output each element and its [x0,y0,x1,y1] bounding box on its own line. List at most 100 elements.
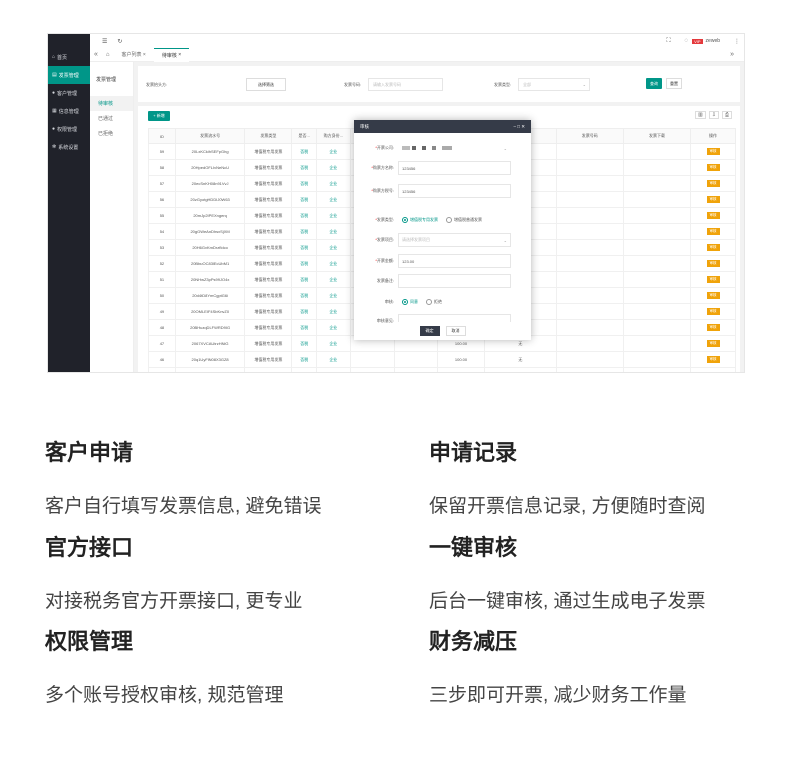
audit-button[interactable]: 审核 [706,340,720,347]
company-row: *开票公司: ⌄ [354,141,531,155]
remark-input[interactable] [398,274,511,288]
audit-button[interactable]: 审核 [706,356,720,363]
table-cell: 45 [148,367,176,372]
col-header: 操作 [690,128,736,144]
radio-agree[interactable]: 同意 [402,299,418,305]
username[interactable]: zeweb [706,38,720,44]
radio-normal-invoice[interactable]: 增值税普通发票 [446,217,482,223]
minimize-icon[interactable]: – [513,124,516,129]
table-cell: 20BHuzqDLFWRD9IG [174,319,246,336]
submenu-item-rejected[interactable]: 已拒绝 [90,126,133,141]
table-cell: 54 [148,223,176,240]
submenu-item-approved[interactable]: 已通过 [90,111,133,126]
audit-button[interactable]: 审核 [706,196,720,203]
table-cell [622,303,692,320]
table-cell: 46 [148,351,176,368]
export-icon[interactable]: ⇩ [708,111,719,119]
table-cell: 增值税专用发票 [244,239,293,256]
table-cell: 审核 [690,351,736,368]
confirm-button[interactable]: 确定 [419,326,440,336]
invoice-item-select[interactable]: 请选择发票项目 ⌄ [398,233,511,247]
tab-pending[interactable]: 待审核 × [153,47,190,62]
table-cell: 企业 [316,239,351,256]
feature-desc: 多个账号授权审核, 规范管理 [45,685,284,706]
table-cell: 增值税专用发票 [244,207,293,224]
print-icon[interactable]: ⎙ [721,111,732,119]
table-cell [555,239,624,256]
table-cell: 审核 [690,271,736,288]
modal-window-controls: – □ ✕ [513,124,525,130]
buyer-tax-input[interactable]: 123456 [398,184,511,198]
sidebar-item-invoice[interactable]: ▤ 发票管理 [48,66,90,84]
redacted-block [432,146,436,150]
amount-input[interactable]: 123.00 [398,254,511,268]
more-icon[interactable]: ⋮ [734,38,740,45]
audit-button[interactable]: 审核 [706,180,720,187]
table-cell [349,351,396,368]
refresh-icon[interactable]: ↻ [117,38,122,45]
audit-remark-input[interactable] [398,314,511,322]
home-tab-icon[interactable]: ⌂ [102,52,114,58]
table-cell [555,287,624,304]
audit-button[interactable]: 审核 [706,164,720,171]
table-cell: 增值税专用发票 [244,287,293,304]
select-filter-button[interactable]: 选择筛选 [246,78,286,91]
search-button[interactable]: 查询 [646,78,662,89]
tab-scroll-left-icon[interactable]: « [90,51,102,58]
bell-icon[interactable]: ◌ [685,38,689,44]
feature-one-click-audit: 一键审核 后台一键审核, 通过生成电子发票 [429,530,706,613]
audit-button[interactable]: 审核 [706,148,720,155]
invoice-type-field-label: 发票类型: [376,217,394,222]
invoice-type-row: *发票类型: 增值税专用发票 增值税普通发票 [354,213,531,227]
maximize-icon[interactable]: □ [517,124,520,129]
audit-button[interactable]: 审核 [706,244,720,251]
company-label: 开票公司: [376,145,394,150]
invoice-number-input[interactable]: 请输入发票号码 [368,78,443,91]
sidebar-item-settings[interactable]: ✻ 系统设置 [48,138,90,156]
invoice-type-label: 发票类型: [494,82,512,87]
submenu-item-pending[interactable]: 待审核 [90,96,133,111]
feature-desc: 三步即可开票, 减少财务工作量 [429,685,687,706]
radio-special-invoice[interactable]: 增值税专用发票 [402,217,438,223]
radio-reject[interactable]: 拒绝 [426,299,442,305]
sidebar-item-info[interactable]: ▦ 信息管理 [48,102,90,120]
audit-button[interactable]: 审核 [706,276,720,283]
menu-toggle-icon[interactable]: ☰ [102,38,107,45]
company-select[interactable]: ⌄ [398,141,511,155]
buyer-name-input[interactable]: 123456 [398,161,511,175]
col-header: 发票下载 [622,128,692,144]
sidebar-item-customer[interactable]: ● 客户管理 [48,84,90,102]
tab-customer-list[interactable]: 客户列表 × [114,48,154,62]
audit-button[interactable]: 审核 [707,372,720,373]
audit-label: 审核: [384,299,394,304]
table-cell: 企业 [316,255,351,272]
sidebar-item-permission[interactable]: ● 权限管理 [48,120,90,138]
feature-finance-relief: 财务减压 三步即可开票, 减少财务工作量 [429,624,687,707]
invoice-party-label: 发票抬头方: [146,82,168,87]
audit-button[interactable]: 审核 [706,292,720,299]
reset-button[interactable]: 重置 [666,78,682,89]
table-cell [622,351,692,368]
table-cell: 增值税专用发票 [244,319,293,336]
table-cell: 20q1UyFlN08X3GZ8 [174,351,246,368]
table-cell: 增值税专用发票 [244,159,293,176]
tab-scroll-right-icon[interactable]: » [720,51,744,58]
table-cell [622,143,692,160]
table-cell [622,367,692,372]
fullscreen-icon[interactable]: ⛶ [666,38,670,45]
audit-button[interactable]: 审核 [706,324,720,331]
columns-icon[interactable]: ▥ [695,111,706,119]
col-header: 发票号码 [555,128,624,144]
audit-button[interactable]: 审核 [706,308,720,315]
close-icon[interactable]: ✕ [521,124,525,129]
table-cell: 审核 [690,287,736,304]
sidebar-item-home[interactable]: ⌂ 首页 [48,48,90,66]
audit-button[interactable]: 审核 [706,212,720,219]
table-cell: 20LxKCkihSEFpGhg [174,143,246,160]
audit-button[interactable]: 审核 [706,228,720,235]
invoice-type-select[interactable]: 全部 ⌄ [518,78,590,91]
add-button[interactable]: + 新增 [148,111,170,121]
table-cell: 增值税专用发票 [244,335,293,352]
cancel-button[interactable]: 取消 [445,326,466,336]
audit-button[interactable]: 审核 [706,260,720,267]
